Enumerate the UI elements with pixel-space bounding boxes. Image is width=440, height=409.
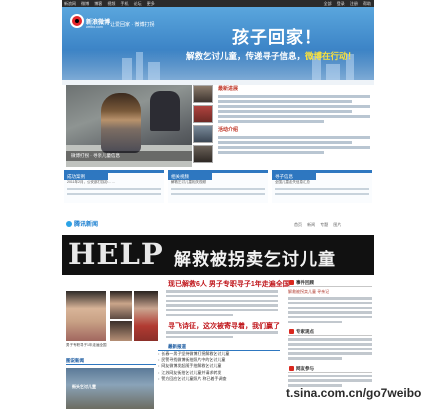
- sidebar-link[interactable]: 解救被拐卖儿童 寻亲记: [288, 289, 372, 295]
- latest-news-header: 最新报道: [158, 343, 280, 351]
- photo-tile[interactable]: [110, 291, 132, 319]
- weibo-eye-icon: [70, 14, 84, 28]
- sina-weibo-logo[interactable]: 新浪微博 weibo.com: [68, 12, 110, 36]
- photo-news-header: 图说新闻: [66, 357, 156, 365]
- news-block: 活动介绍: [218, 127, 370, 154]
- banner-title: 解救被拐卖乞讨儿童: [174, 250, 336, 269]
- campaign-banner: 新浪微博 weibo.com 让爱回家 · 微博打拐 孩子回家！ 解救乞讨儿童，…: [62, 7, 374, 80]
- photo-thumbnails: [193, 85, 215, 167]
- slogan-highlight: 微博在行动！: [305, 51, 357, 61]
- top-navigation-bar: 新浪网 微博 博客 视频 手机 论坛 更多 全部 登录 注册 帮助: [62, 0, 374, 7]
- tencent-news-page: 腾讯新闻 首页 新闻 专题 图片 HELP 解救被拐卖乞讨儿童 男子专职寻子1年…: [62, 213, 374, 409]
- photo-tile[interactable]: [66, 291, 106, 341]
- topbar-link[interactable]: 全部: [324, 1, 332, 6]
- topbar-link[interactable]: 微博: [81, 1, 89, 6]
- sidebar-text-lines: [288, 338, 372, 360]
- sina-weibo-page: 新浪网 微博 博客 视频 手机 论坛 更多 全部 登录 注册 帮助 新浪微博 w…: [62, 0, 374, 203]
- topbar-account-links: 全部 登录 注册 帮助: [320, 0, 371, 7]
- register-link[interactable]: 注册: [350, 1, 358, 6]
- section-title[interactable]: 成功案例: [64, 173, 108, 180]
- topbar-nav: 新浪网 微博 博客 视频 手机 论坛 更多: [64, 0, 159, 7]
- news-block: 最新进展: [218, 86, 370, 123]
- section-text[interactable]: 解救乞讨儿童相关视频: [168, 180, 268, 185]
- help-banner: HELP 解救被拐卖乞讨儿童: [62, 235, 374, 275]
- topbar-link[interactable]: 博客: [94, 1, 102, 6]
- news-block-heading: 活动介绍: [218, 127, 239, 133]
- photo-news-image[interactable]: 街头乞讨儿童: [66, 368, 154, 409]
- topbar-link[interactable]: 手机: [121, 1, 129, 6]
- building-decoration: [136, 52, 143, 80]
- success-cases-section: 成功案例 2011年2月，公安部打拐办……: [64, 170, 164, 203]
- list-item[interactable]: 警方回应乞讨儿童照片 称已着手调查: [158, 376, 280, 382]
- latest-news-list: 最新报道 长春一男子坚持微博打拐解救乞讨儿童 民警寻找微博街拍照片中的乞讨儿童 …: [158, 343, 280, 409]
- banner-help-text: HELP: [68, 237, 164, 271]
- section-title[interactable]: 寻子信息: [272, 173, 316, 180]
- thumbnail[interactable]: [193, 85, 213, 103]
- photo-caption: 男子专职寻子1年走遍全国: [66, 343, 107, 347]
- topbar-link[interactable]: 新浪网: [64, 1, 76, 6]
- featured-photo-caption: 微博打拐 · 寻亲儿童信息: [66, 151, 192, 161]
- sidebar-section: 网友参与: [288, 365, 372, 387]
- photo-child: [101, 93, 141, 153]
- logo-subtext: weibo.com: [86, 25, 103, 29]
- photo-news-caption: 街头乞讨儿童: [72, 384, 96, 389]
- section-text[interactable]: 全国儿童走失信息汇总: [272, 180, 372, 185]
- thumbnail[interactable]: [193, 145, 213, 163]
- nav-link[interactable]: 图片: [333, 222, 341, 227]
- page-nav: 首页 新闻 专题 图片: [290, 222, 341, 228]
- sidebar-text-lines: [288, 374, 372, 387]
- tencent-logo-icon: [66, 221, 72, 227]
- photo-news-section: 图说新闻 街头乞讨儿童: [66, 357, 156, 409]
- sidebar-section: 事件回顾 解救被拐卖儿童 寻亲记: [288, 279, 372, 324]
- photo-tile[interactable]: [110, 321, 132, 341]
- article-summary: [166, 329, 278, 339]
- sidebar-section-title: 网友参与: [288, 365, 372, 373]
- sidebar-section-title: 事件回顾: [288, 279, 372, 287]
- section-title[interactable]: 相关视频: [168, 173, 212, 180]
- nav-link[interactable]: 首页: [294, 222, 302, 227]
- family-photos: 男子专职寻子1年走遍全国: [66, 277, 158, 349]
- slogan-sub-text: 解救乞讨儿童，传递寻子信息，: [186, 51, 306, 61]
- thumbnail[interactable]: [193, 105, 213, 123]
- source-watermark: t.sina.com.cn/go7weibo: [286, 386, 422, 400]
- building-decoration: [122, 58, 132, 80]
- sidebar-section: 专家观点: [288, 328, 372, 360]
- section-text[interactable]: 2011年2月，公安部打拐办……: [64, 180, 164, 185]
- help-link[interactable]: 帮助: [363, 1, 371, 6]
- banner-slogan-main: 孩子回家！: [232, 28, 322, 47]
- sidebar-section-title: 专家观点: [288, 328, 372, 337]
- topbar-link[interactable]: 更多: [147, 1, 155, 6]
- photo-tile[interactable]: [134, 291, 158, 341]
- missing-children-section: 寻子信息 全国儿童走失信息汇总: [272, 170, 372, 203]
- photo-figure: [150, 91, 180, 131]
- news-text-lines: [218, 136, 370, 154]
- related-videos-section: 相关视频 解救乞讨儿童相关视频: [168, 170, 268, 203]
- news-text-lines: [218, 95, 370, 123]
- composite-screenshot: 新浪网 微博 博客 视频 手机 论坛 更多 全部 登录 注册 帮助 新浪微博 w…: [0, 0, 440, 409]
- topbar-link[interactable]: 论坛: [134, 1, 142, 6]
- thumbnail[interactable]: [193, 125, 213, 143]
- building-decoration: [326, 64, 340, 80]
- building-decoration: [148, 62, 160, 80]
- featured-photo[interactable]: 微博打拐 · 寻亲儿童信息: [66, 85, 192, 167]
- article-summary: [166, 288, 278, 317]
- nav-link[interactable]: 专题: [320, 222, 328, 227]
- section-row: 成功案例 2011年2月，公安部打拐办…… 相关视频 解救乞讨儿童相关视频 寻子…: [62, 170, 374, 203]
- banner-slogan-sub: 解救乞讨儿童，传递寻子信息，微博在行动！: [186, 50, 356, 62]
- login-link[interactable]: 登录: [337, 1, 345, 6]
- logo-text: 腾讯新闻: [74, 222, 99, 228]
- banner-tagline: 让爱回家 · 微博打拐: [110, 22, 155, 28]
- news-block-heading: 最新进展: [218, 86, 239, 92]
- topbar-link[interactable]: 视频: [107, 1, 115, 6]
- tencent-news-logo[interactable]: 腾讯新闻: [66, 219, 98, 228]
- news-column: 最新进展 活动介绍: [218, 86, 370, 168]
- sidebar-text-lines: [288, 297, 372, 324]
- nav-link[interactable]: 新闻: [307, 222, 315, 227]
